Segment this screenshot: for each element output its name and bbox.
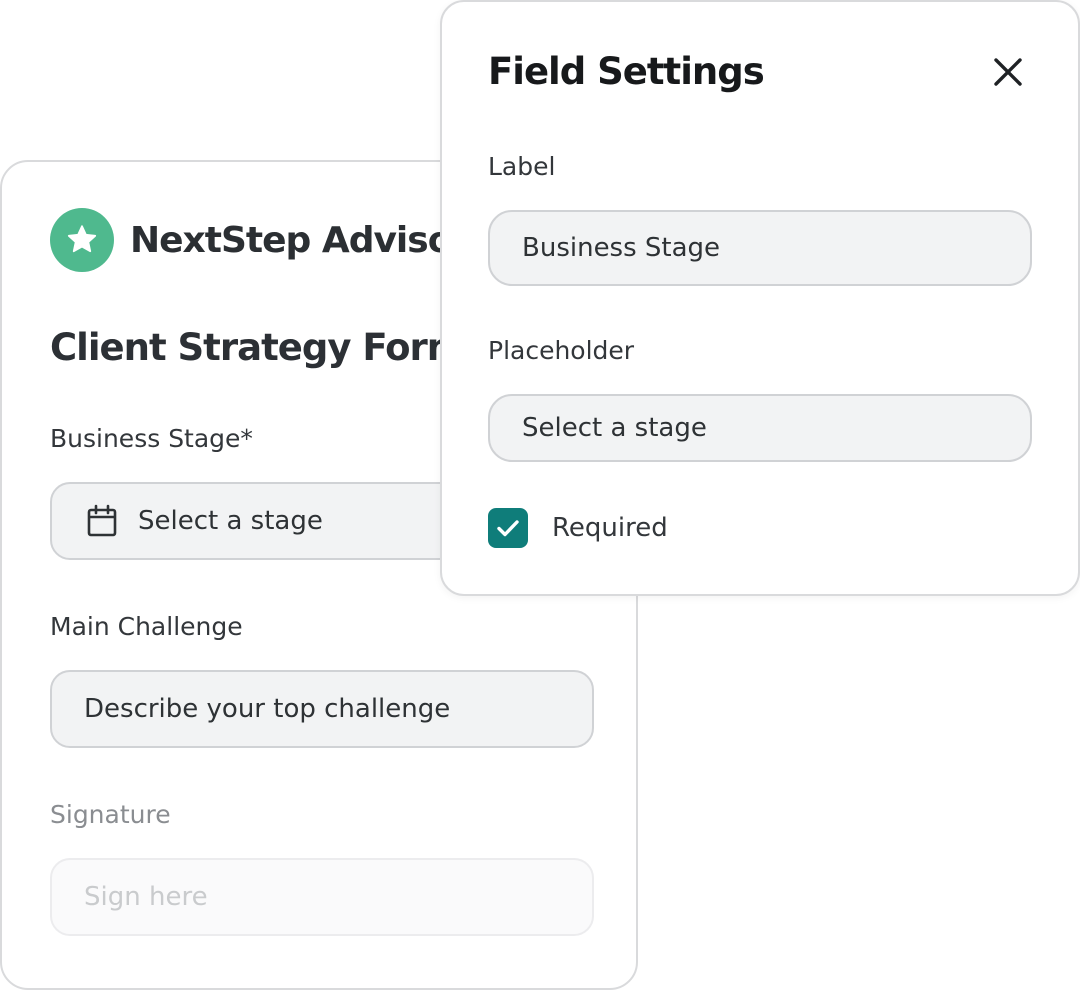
star-logo-icon: [50, 208, 114, 272]
form-title: Client Strategy Form: [50, 326, 465, 369]
close-icon: [994, 58, 1022, 86]
signature-input[interactable]: Sign here: [50, 858, 594, 936]
signature-placeholder: Sign here: [84, 882, 208, 912]
brand-header: NextStep Advisory: [50, 208, 492, 272]
label-input[interactable]: Business Stage: [488, 210, 1032, 286]
required-checkbox[interactable]: [488, 508, 528, 548]
close-button[interactable]: [988, 52, 1028, 92]
business-stage-label: Business Stage*: [50, 424, 253, 453]
panel-title: Field Settings: [488, 50, 765, 93]
required-row: Required: [488, 508, 668, 548]
field-settings-panel: Field Settings Label Business Stage Plac…: [440, 0, 1080, 596]
signature-label: Signature: [50, 800, 171, 829]
label-input-value: Business Stage: [522, 233, 721, 263]
main-challenge-label: Main Challenge: [50, 612, 243, 641]
required-label: Required: [552, 513, 668, 543]
business-stage-placeholder: Select a stage: [138, 506, 323, 536]
placeholder-input-value: Select a stage: [522, 413, 707, 443]
brand-name: NextStep Advisory: [130, 219, 492, 261]
main-challenge-input[interactable]: Describe your top challenge: [50, 670, 594, 748]
label-field-label: Label: [488, 152, 556, 181]
placeholder-input[interactable]: Select a stage: [488, 394, 1032, 462]
calendar-icon: [86, 504, 118, 538]
checkmark-icon: [497, 520, 519, 537]
placeholder-field-label: Placeholder: [488, 336, 635, 365]
main-challenge-placeholder: Describe your top challenge: [84, 694, 451, 724]
